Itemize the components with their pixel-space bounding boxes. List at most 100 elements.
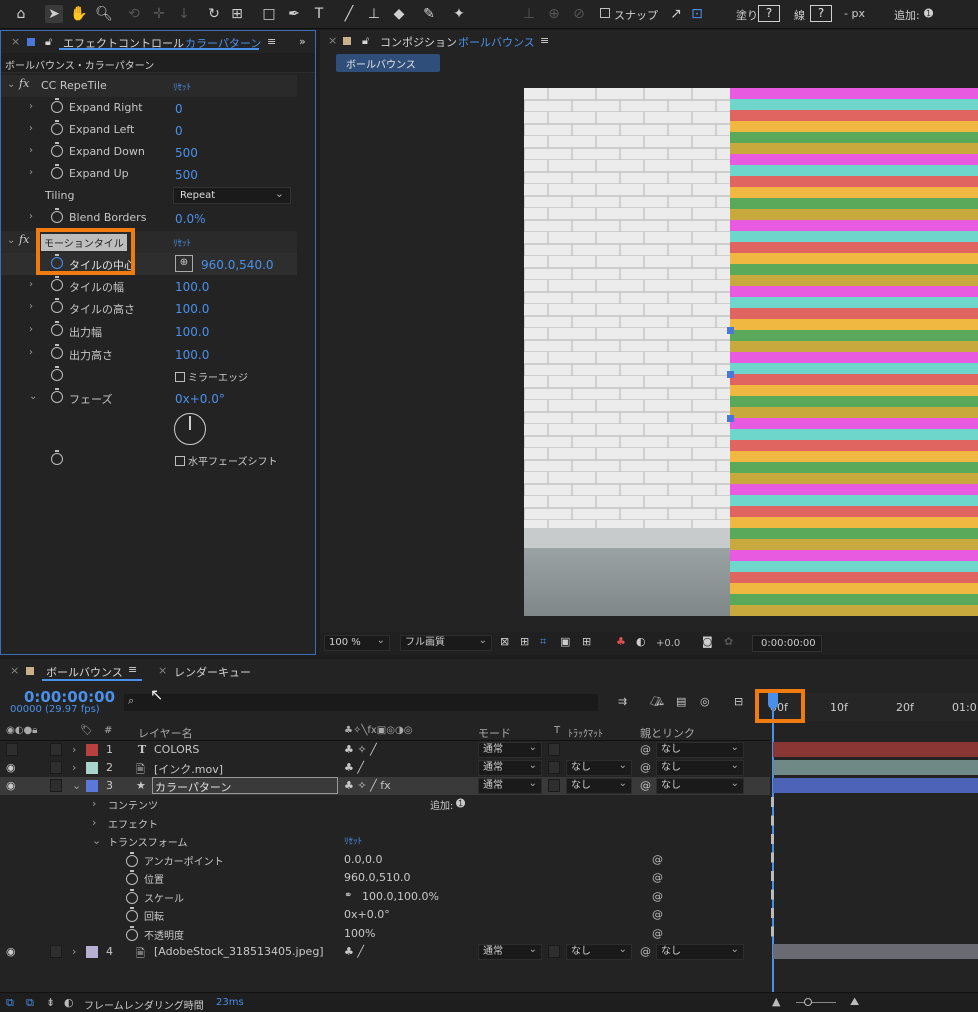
chevron-right-icon[interactable]: ›	[29, 167, 33, 178]
parent-dropdown[interactable]: なし	[656, 759, 744, 776]
reset-link[interactable]: ﾘｾｯﾄ	[173, 80, 191, 93]
track-matte-dropdown[interactable]: なし	[566, 943, 632, 960]
timeline-tab[interactable]: ボールバウンス	[46, 664, 123, 680]
chevron-down-icon[interactable]: ⌄	[7, 79, 15, 90]
transform-prop-value[interactable]: 100.0,100.0%	[362, 890, 439, 903]
pick-whip-icon[interactable]: @	[652, 927, 663, 940]
stopwatch-icon[interactable]	[51, 344, 63, 359]
chevron-down-icon[interactable]: ⌄	[92, 834, 101, 847]
clone-stamp-tool-icon[interactable]: ⊥	[365, 5, 383, 23]
exposure-value[interactable]: +0.0	[656, 638, 680, 649]
lock-toggle[interactable]	[50, 743, 62, 756]
mode-dropdown[interactable]: 通常	[478, 759, 542, 776]
layer-duration-bar[interactable]	[773, 760, 978, 775]
stopwatch-icon[interactable]	[51, 98, 63, 113]
transform-prop-value[interactable]: 100%	[344, 927, 375, 940]
expand-layer-switches-icon[interactable]: ⧉	[6, 996, 14, 1010]
constrain-proportions-icon[interactable]: ⚭	[344, 890, 352, 901]
pick-whip-icon[interactable]: @	[652, 871, 663, 884]
reset-link[interactable]: ﾘｾｯﾄ	[173, 236, 191, 249]
chevron-right-icon[interactable]: ›	[92, 816, 96, 829]
zoom-out-icon[interactable]: ▲	[772, 995, 780, 1008]
stopwatch-icon[interactable]	[126, 926, 138, 941]
transform-row[interactable]: ⌄ トランスフォーム ﾘｾｯﾄ	[0, 832, 770, 850]
layer-row[interactable]: ◉ › 2 🗎 [インク.mov] ♣ ╱ 通常 なし @ なし	[0, 759, 770, 777]
prop-value[interactable]: 100.0	[175, 302, 209, 316]
zoom-slider-thumb[interactable]	[804, 998, 812, 1006]
chevron-right-icon[interactable]: ›	[72, 945, 76, 958]
color-channel-icon[interactable]: ♣	[616, 635, 626, 648]
effects-row[interactable]: › エフェクト	[0, 814, 770, 832]
stopwatch-icon[interactable]	[126, 889, 138, 904]
chevron-right-icon[interactable]: ›	[29, 279, 33, 290]
lock-icon[interactable]: 🔓︎	[45, 35, 52, 49]
eye-icon[interactable]: ◉	[6, 779, 16, 792]
eye-icon[interactable]: ◉	[6, 945, 16, 958]
pick-whip-icon[interactable]: @	[652, 890, 663, 903]
stopwatch-icon[interactable]	[51, 142, 63, 157]
layer-row-selected[interactable]: ◉ ⌄ 3 ★ カラーパターン ♣ ✧ ╱ fx 通常 なし @ なし	[0, 777, 770, 795]
stopwatch-icon[interactable]	[51, 298, 63, 313]
label-color-swatch[interactable]	[86, 762, 98, 774]
stopwatch-icon[interactable]	[51, 276, 63, 291]
layer-switches-icon[interactable]: ♣ ╱	[344, 761, 364, 774]
rotate-tool-icon[interactable]: ↻	[205, 5, 223, 23]
add-arrow-icon[interactable]: ➊	[924, 7, 933, 20]
prop-value[interactable]: 0x+0.0°	[175, 392, 225, 406]
current-time-field[interactable]: 0:00:00:00	[752, 635, 822, 652]
expand-transfer-controls-icon[interactable]: ⧉	[26, 996, 34, 1010]
mirror-edges-checkbox[interactable]: ミラーエッジ	[175, 369, 248, 384]
handle-point[interactable]	[727, 415, 734, 422]
layer-name[interactable]: [インク.mov]	[154, 761, 223, 777]
zoom-tool-icon[interactable]: 🔍︎	[95, 5, 113, 23]
fast-preview-icon[interactable]: ⊠	[500, 635, 509, 648]
composition-mini-flowchart-icon[interactable]: ⇉	[618, 695, 627, 708]
track-matte-box[interactable]	[548, 945, 560, 958]
layer-duration-bar[interactable]	[773, 742, 978, 757]
fx-icon[interactable]: fx	[19, 77, 29, 90]
layer-row[interactable]: › 1 T COLORS ♣ ✧ ╱ 通常 @ なし	[0, 741, 770, 759]
layer-switches-icon[interactable]: ♣ ✧ ╱ fx	[344, 779, 391, 792]
transform-prop-value[interactable]: 0x+0.0°	[344, 908, 390, 921]
track-matte-box[interactable]	[548, 743, 560, 756]
horizontal-phase-shift-checkbox[interactable]: 水平フェーズシフト	[175, 453, 278, 468]
parent-dropdown[interactable]: なし	[656, 777, 744, 794]
pick-whip-icon[interactable]: @	[640, 779, 651, 792]
panel-menu-icon[interactable]: ≡	[267, 35, 276, 48]
stopwatch-icon[interactable]	[126, 870, 138, 885]
layer-duration-bar[interactable]	[773, 944, 978, 959]
puppet-tool-icon[interactable]: ✦	[450, 5, 468, 23]
chevron-down-icon[interactable]: ⌄	[72, 779, 81, 792]
show-snapshot-icon[interactable]: ✿	[724, 635, 733, 648]
dolly-camera-icon[interactable]: ↓	[175, 5, 193, 23]
pan-behind-tool-icon[interactable]: ⊞	[228, 5, 246, 23]
chevron-right-icon[interactable]: ›	[29, 123, 33, 134]
stopwatch-icon[interactable]	[51, 366, 63, 381]
mode-dropdown[interactable]: 通常	[478, 943, 542, 960]
pick-whip-icon[interactable]: @	[640, 743, 651, 756]
roto-brush-tool-icon[interactable]: ✎	[420, 5, 438, 23]
mode-dropdown[interactable]: 通常	[478, 777, 542, 794]
chevron-down-icon[interactable]: ⌄	[29, 391, 37, 402]
stroke-width[interactable]: - px	[844, 7, 865, 20]
chevron-right-icon[interactable]: ›	[29, 145, 33, 156]
pick-whip-icon[interactable]: @	[652, 853, 663, 866]
eraser-tool-icon[interactable]: ◆	[390, 5, 408, 23]
fx-icon[interactable]: fx	[19, 233, 29, 246]
layer-name-field[interactable]: カラーパターン	[152, 777, 338, 794]
close-icon[interactable]: ×	[158, 664, 167, 677]
track-matte-dropdown[interactable]: なし	[566, 759, 632, 776]
handle-point[interactable]	[727, 371, 734, 378]
pen-tool-icon[interactable]: ✒	[285, 5, 303, 23]
layer-switches-icon[interactable]: ♣ ╱	[344, 945, 364, 958]
chevron-right-icon[interactable]: ›	[29, 324, 33, 335]
snap-features-icon[interactable]: ⊡	[688, 5, 706, 23]
world-axis-icon[interactable]: ⊕	[545, 5, 563, 23]
mask-visibility-icon[interactable]: ⌗	[540, 635, 546, 649]
render-queue-tab[interactable]: レンダーキュー	[174, 664, 251, 680]
orbit-camera-icon[interactable]: ⟲	[125, 5, 143, 23]
phase-dial[interactable]	[174, 413, 206, 445]
label-color-swatch[interactable]	[86, 744, 98, 756]
parent-dropdown[interactable]: なし	[656, 741, 744, 758]
tiling-dropdown[interactable]: Repeat ⌄	[173, 187, 291, 204]
